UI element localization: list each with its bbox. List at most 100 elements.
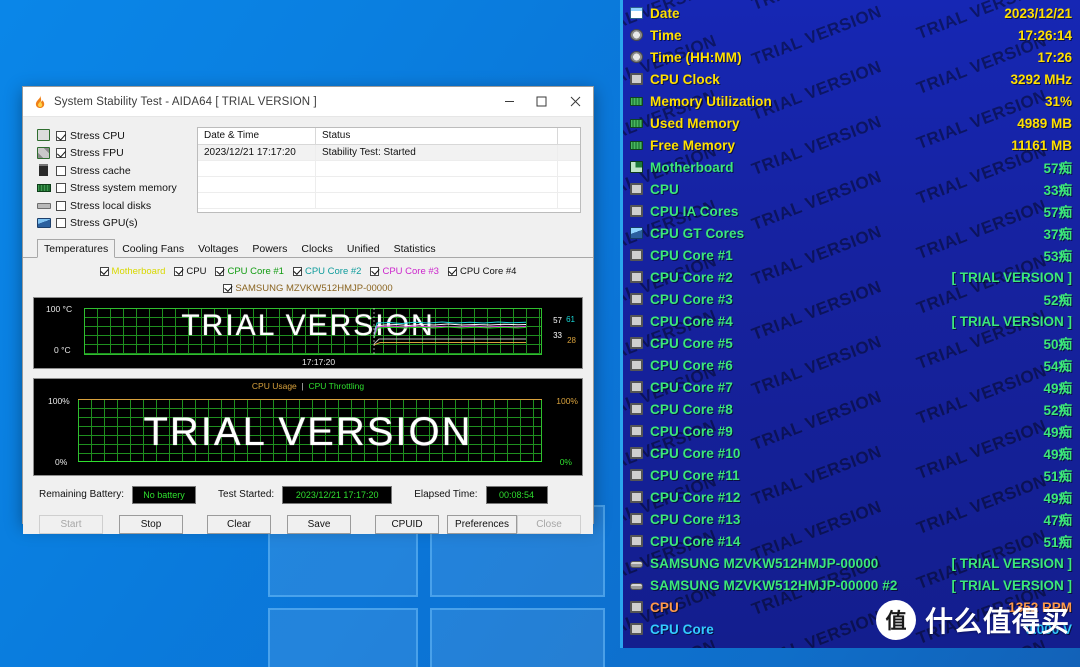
tab-powers[interactable]: Powers (245, 239, 294, 258)
sensor-value: 49痴 (1043, 447, 1072, 462)
sensor-value: 11161 MB (1011, 137, 1072, 153)
sensor-value: [ TRIAL VERSION ] (951, 313, 1072, 329)
cpu-chip-icon (630, 447, 643, 459)
sensor-label: SAMSUNG MZVKW512HMJP-00000 #2 (650, 577, 898, 593)
stress-gpu-checkbox[interactable] (56, 218, 66, 228)
temperature-chart[interactable]: 100 °C 0 °C TRIAL VERSION 57 61 33 28 17… (33, 296, 583, 369)
cpu-usage-chart[interactable]: CPU Usage | CPU Throttling 100% 0% 100% … (33, 377, 583, 476)
sensor-label: Memory Utilization (650, 93, 772, 109)
close-button[interactable] (557, 87, 593, 117)
legend-item-cpu-core-1[interactable]: CPU Core #1 (215, 266, 284, 277)
legend-item-samsung-ssd[interactable]: SAMSUNG MZVKW512HMJP-00000 (63, 283, 553, 294)
button-bar: Start Stop Clear Save CPUID Preferences … (23, 504, 593, 534)
tab-cooling-fans[interactable]: Cooling Fans (115, 239, 191, 258)
legend-checkbox[interactable] (447, 266, 457, 276)
sensor-label: CPU Core #6 (650, 357, 733, 373)
legend-item-cpu[interactable]: CPU (174, 266, 206, 277)
hdd-icon (630, 583, 643, 590)
sensor-value: 17:26:14 (1017, 27, 1072, 43)
sensor-label: CPU Core #1 (650, 247, 733, 263)
battery-label: Remaining Battery: (39, 489, 125, 500)
stress-option-local-disks[interactable]: Stress local disks (37, 198, 187, 213)
window-titlebar[interactable]: System Stability Test - AIDA64 [ TRIAL V… (23, 87, 593, 117)
stress-cache-checkbox[interactable] (56, 165, 66, 176)
clear-button[interactable]: Clear (207, 514, 271, 534)
sensor-label: Free Memory (650, 137, 736, 153)
column-header-extra (558, 128, 580, 144)
stress-option-gpus[interactable]: Stress GPU(s) (37, 216, 187, 231)
sensor-row: CPU GT Cores 37痴 (623, 222, 1080, 244)
sensor-value: 51痴 (1043, 535, 1072, 550)
tab-voltages[interactable]: Voltages (191, 239, 245, 258)
sensor-value: [ TRIAL VERSION ] (951, 577, 1072, 593)
disk-icon (37, 199, 51, 212)
stress-fpu-checkbox[interactable] (56, 148, 66, 158)
preferences-button[interactable]: Preferences (447, 514, 517, 534)
sensor-row: Memory Utilization 31% (623, 90, 1080, 112)
cpu-chip-icon (630, 623, 643, 635)
sensor-label: Date (650, 5, 680, 21)
tab-statistics[interactable]: Statistics (387, 239, 443, 258)
tab-clocks[interactable]: Clocks (294, 239, 340, 258)
temperature-legend: Motherboard CPU CPU Core #1 CPU Core #2 (33, 263, 583, 297)
legend-checkbox[interactable] (99, 266, 109, 276)
cell-extra (558, 193, 580, 208)
legend-checkbox[interactable] (370, 266, 380, 276)
smzdm-logo-icon: 值 (875, 600, 916, 640)
stress-option-cache[interactable]: Stress cache (37, 163, 187, 178)
sensor-value: [ TRIAL VERSION ] (951, 269, 1072, 285)
legend-checkbox[interactable] (223, 283, 233, 293)
legend-checkbox[interactable] (215, 266, 225, 276)
stress-option-label: Stress local disks (70, 199, 152, 212)
stress-option-label: Stress system memory (70, 182, 177, 194)
tab-temperatures[interactable]: Temperatures (37, 238, 116, 258)
cpu-chip-icon (630, 249, 643, 261)
cpu-chip-icon (630, 601, 643, 613)
cpu-chip-icon (630, 359, 643, 371)
stress-memory-checkbox[interactable] (56, 183, 66, 193)
minimize-button[interactable] (493, 87, 525, 117)
sensor-row: Time (HH:MM) 17:26 (623, 46, 1080, 68)
legend-item-cpu-core-2[interactable]: CPU Core #2 (292, 266, 361, 277)
legend-item-motherboard[interactable]: Motherboard (99, 266, 165, 277)
stress-option-cpu[interactable]: Stress CPU (37, 128, 187, 143)
table-row[interactable] (198, 177, 580, 193)
sensor-row: SAMSUNG MZVKW512HMJP-00000 [ TRIAL VERSIO… (623, 552, 1080, 574)
close-dialog-button[interactable]: Close (517, 514, 581, 534)
legend-checkbox[interactable] (174, 266, 184, 276)
legend-item-cpu-core-4[interactable]: CPU Core #4 (447, 265, 517, 277)
legend-item-cpu-core-3[interactable]: CPU Core #3 (370, 266, 439, 277)
sensor-label: CPU Core #10 (650, 445, 741, 461)
stress-option-fpu[interactable]: Stress FPU (37, 146, 187, 161)
stress-cpu-checkbox[interactable] (56, 130, 66, 141)
cache-icon (37, 164, 51, 177)
stop-button[interactable]: Stop (119, 514, 183, 534)
status-log-table[interactable]: Date & Time Status 2023/12/21 17:17:20 S… (197, 127, 581, 213)
table-row[interactable]: 2023/12/21 17:17:20 Stability Test: Star… (198, 145, 580, 161)
start-button[interactable]: Start (39, 514, 103, 534)
sensor-row: CPU Core #3 52痴 (623, 288, 1080, 310)
stress-disks-checkbox[interactable] (56, 200, 66, 211)
legend-checkbox[interactable] (292, 266, 302, 276)
tab-unified[interactable]: Unified (340, 239, 387, 258)
table-row[interactable] (198, 193, 580, 209)
sensor-row: CPU Core #8 52痴 (623, 398, 1080, 420)
cell-date-time: 2023/12/21 17:17:20 (198, 145, 316, 160)
table-row[interactable] (198, 161, 580, 177)
cpuid-button[interactable]: CPUID (375, 514, 439, 534)
cpu-chip-icon (630, 381, 643, 393)
save-button[interactable]: Save (287, 514, 351, 534)
gpu-icon (37, 217, 51, 230)
stress-option-system-memory[interactable]: Stress system memory (37, 181, 187, 196)
legend-label: CPU Core #4 (459, 265, 517, 277)
sensor-label: CPU Core #9 (650, 423, 733, 439)
sensor-label: CPU Core (650, 621, 714, 637)
cell-status (316, 161, 558, 176)
maximize-button[interactable] (525, 87, 557, 117)
sensor-label: Time (HH:MM) (650, 49, 742, 65)
sensor-value: 53痴 (1043, 249, 1072, 264)
cpu-chip-icon (630, 491, 643, 503)
sensor-value: 57痴 (1043, 205, 1072, 220)
smzdm-watermark: 值 什么值得买 (875, 600, 1070, 640)
stress-options-list: Stress CPU Stress FPU Stress cache Stres… (37, 127, 187, 231)
